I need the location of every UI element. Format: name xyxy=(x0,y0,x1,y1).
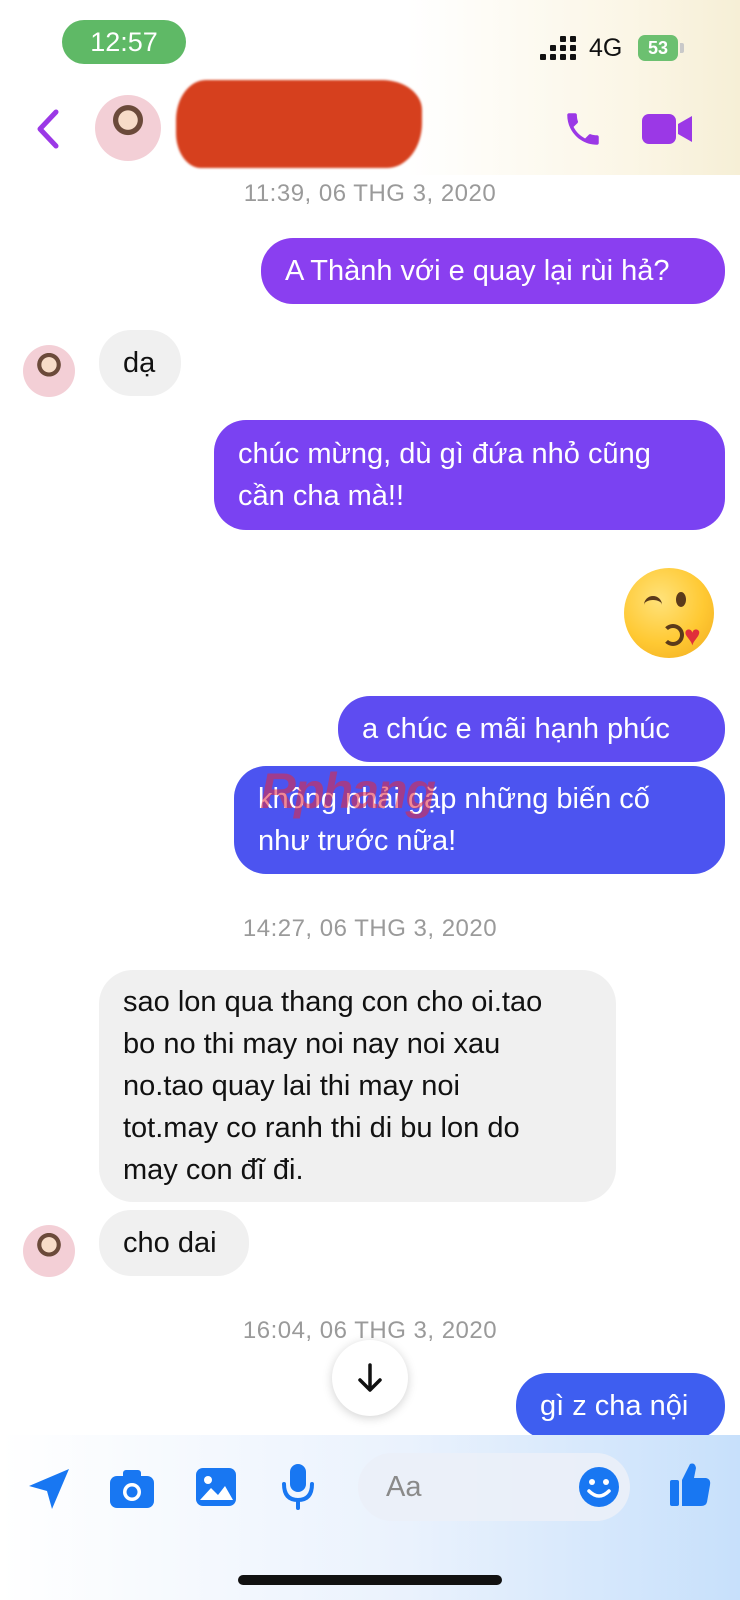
microphone-button[interactable] xyxy=(280,1462,316,1515)
emoji-icon xyxy=(579,1467,619,1507)
scroll-to-bottom-button[interactable] xyxy=(332,1340,408,1416)
message-outgoing[interactable]: chúc mừng, dù gì đứa nhỏ cũng cần cha mà… xyxy=(214,420,725,530)
message-line: tot.may co ranh thi di bu lon do xyxy=(123,1112,520,1144)
microphone-icon xyxy=(282,1464,314,1510)
sender-avatar[interactable] xyxy=(23,345,75,397)
network-type: 4G xyxy=(589,34,623,62)
message-line: no.tao quay lai thi may noi xyxy=(123,1070,460,1102)
voice-call-button[interactable] xyxy=(562,106,604,152)
message-timestamp: 11:39, 06 THG 3, 2020 xyxy=(243,180,497,207)
redacted-contact-name xyxy=(176,80,422,168)
message-line: bo no thi may noi nay noi xau xyxy=(123,1028,501,1060)
home-indicator xyxy=(238,1575,502,1585)
camera-icon xyxy=(110,1470,154,1508)
gallery-icon xyxy=(196,1468,236,1506)
watermark-logo: Rphang xyxy=(260,763,436,819)
send-location-button[interactable] xyxy=(26,1466,72,1517)
message-outgoing[interactable]: A Thành với e quay lại rùi hả? xyxy=(261,238,725,304)
message-line: như trước nữa! xyxy=(258,825,457,857)
gallery-button[interactable] xyxy=(194,1466,238,1513)
emoji-button[interactable] xyxy=(578,1466,620,1513)
battery-cap xyxy=(680,43,684,53)
message-outgoing[interactable]: gì z cha nội xyxy=(516,1373,725,1439)
contact-avatar[interactable] xyxy=(95,95,161,161)
sender-avatar[interactable] xyxy=(23,1225,75,1277)
chevron-left-icon xyxy=(37,109,59,149)
kissing-face-with-heart-emoji[interactable]: ♥ xyxy=(624,568,714,658)
thumbs-up-icon xyxy=(670,1463,711,1506)
send-location-icon xyxy=(29,1469,69,1509)
message-line: sao lon qua thang con cho oi.tao xyxy=(123,986,543,1018)
arrow-down-icon xyxy=(358,1363,382,1392)
message-incoming[interactable]: dạ xyxy=(99,330,181,396)
video-call-button[interactable] xyxy=(640,112,694,146)
message-outgoing[interactable]: a chúc e mãi hạnh phúc xyxy=(338,696,725,762)
battery-icon: 53 xyxy=(638,35,678,61)
status-time: 12:57 xyxy=(62,20,186,64)
signal-icon xyxy=(540,36,576,60)
message-line: may con đĩ đi. xyxy=(123,1154,304,1186)
message-line: chúc mừng, dù gì đứa nhỏ cũng xyxy=(238,438,651,470)
video-camera-icon xyxy=(642,114,692,144)
phone-icon xyxy=(567,113,599,145)
back-button[interactable] xyxy=(30,104,70,154)
message-timestamp: 14:27, 06 THG 3, 2020 xyxy=(242,915,498,942)
thumbs-up-button[interactable] xyxy=(668,1460,712,1513)
message-line: cần cha mà!! xyxy=(238,480,405,512)
message-incoming[interactable]: cho dai xyxy=(99,1210,249,1276)
message-incoming[interactable]: sao lon qua thang con cho oi.tao bo no t… xyxy=(99,970,616,1202)
camera-button[interactable] xyxy=(108,1468,156,1515)
